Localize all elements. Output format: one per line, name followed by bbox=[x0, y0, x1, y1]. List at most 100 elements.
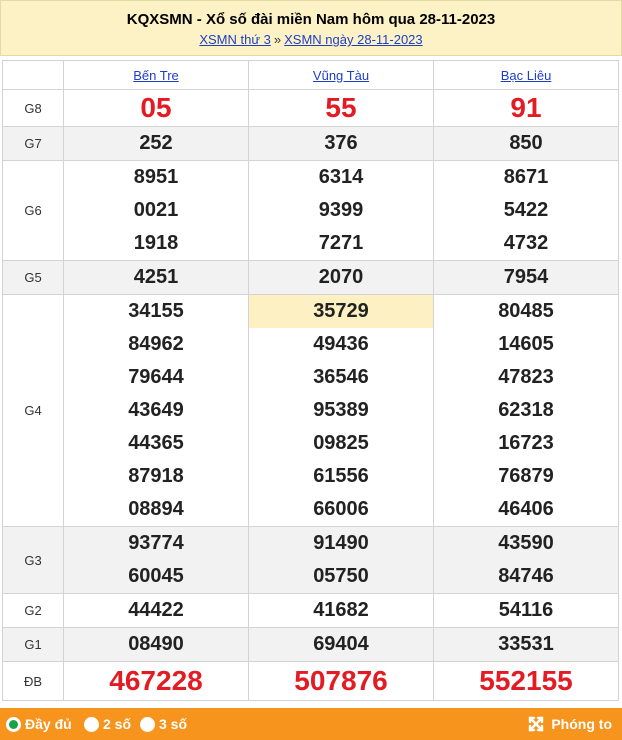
prize-number: 36546 bbox=[313, 366, 369, 388]
prize-number: 8951 bbox=[133, 166, 179, 188]
expand-icon bbox=[529, 716, 544, 732]
prize-number: 7271 bbox=[318, 232, 364, 254]
prize-row-g5: G5 4251 2070 7954 bbox=[2, 260, 619, 295]
prize-row-g2: G2 44422 41682 54116 bbox=[2, 593, 619, 628]
province-link-ben-tre[interactable]: Bến Tre bbox=[133, 68, 179, 83]
breadcrumb-date-link[interactable]: XSMN ngày 28-11-2023 bbox=[284, 32, 423, 47]
prize-number: 09825 bbox=[313, 432, 369, 454]
prize-cell: 7954 bbox=[433, 260, 619, 295]
prize-cell: 376 bbox=[248, 126, 434, 161]
zoom-label: Phóng to bbox=[551, 716, 612, 732]
prize-cell: 552155 bbox=[433, 661, 619, 701]
corner-cell bbox=[2, 60, 64, 90]
prize-number: 552155 bbox=[479, 665, 573, 696]
prize-cell: 6314 9399 7271 bbox=[248, 160, 434, 261]
prize-cell: 8951 0021 1918 bbox=[63, 160, 249, 261]
prize-number: 62318 bbox=[498, 399, 554, 421]
prize-number: 0021 bbox=[133, 199, 179, 221]
prize-number: 4732 bbox=[503, 232, 549, 254]
prize-number: 08894 bbox=[128, 498, 184, 520]
prize-number: 91490 bbox=[313, 532, 369, 554]
province-link-bac-lieu[interactable]: Bạc Liêu bbox=[501, 68, 552, 83]
prize-number: 91 bbox=[510, 92, 542, 123]
prize-cell: 44422 bbox=[63, 593, 249, 628]
prize-number: 2070 bbox=[318, 266, 364, 288]
prize-cell: 08490 bbox=[63, 627, 249, 662]
prize-cell: 2070 bbox=[248, 260, 434, 295]
prize-number: 43649 bbox=[128, 399, 184, 421]
prize-number: 6314 bbox=[318, 166, 364, 188]
prize-number: 55 bbox=[325, 92, 357, 123]
prize-number: 5422 bbox=[503, 199, 549, 221]
prize-number: 61556 bbox=[313, 465, 369, 487]
prize-cell: 05 bbox=[63, 89, 249, 127]
prize-cell: 91 bbox=[433, 89, 619, 127]
prize-number: 4251 bbox=[133, 266, 179, 288]
prize-cell: 34155 84962 79644 43649 44365 87918 08894 bbox=[63, 294, 249, 527]
prize-cell: 43590 84746 bbox=[433, 526, 619, 594]
prize-row-g4: G4 34155 84962 79644 43649 44365 87918 08894 357… bbox=[2, 294, 619, 527]
prize-number: 34155 bbox=[128, 300, 184, 322]
results-page: KQXSMN - Xổ số đài miền Nam hôm qua 28-1… bbox=[0, 0, 622, 740]
prize-number: 66006 bbox=[313, 498, 369, 520]
prize-number: 93774 bbox=[128, 532, 184, 554]
option-label: 3 số bbox=[159, 716, 188, 732]
prize-number: 79644 bbox=[128, 366, 184, 388]
prize-cell: 467228 bbox=[63, 661, 249, 701]
prize-number: 41682 bbox=[313, 599, 369, 621]
prize-number: 49436 bbox=[313, 333, 369, 355]
prize-cell: 69404 bbox=[248, 627, 434, 662]
prize-number: 54116 bbox=[498, 599, 554, 621]
prize-number: 46406 bbox=[498, 498, 554, 520]
prize-label: G2 bbox=[2, 593, 64, 628]
breadcrumb: XSMN thứ 3» XSMN ngày 28-11-2023 bbox=[1, 31, 621, 49]
prize-number: 84746 bbox=[498, 565, 554, 587]
prize-number: 08490 bbox=[128, 633, 184, 655]
prize-cell: 54116 bbox=[433, 593, 619, 628]
prize-number: 8671 bbox=[503, 166, 549, 188]
prize-number: 05 bbox=[140, 92, 172, 123]
prize-number: 252 bbox=[139, 132, 173, 154]
prize-label: G1 bbox=[2, 627, 64, 662]
prize-number: 87918 bbox=[128, 465, 184, 487]
prize-cell: 80485 14605 47823 62318 16723 76879 46406 bbox=[433, 294, 619, 527]
prize-label: G8 bbox=[2, 89, 64, 127]
prize-label: G3 bbox=[2, 526, 64, 594]
option-two-digits[interactable]: 2 số bbox=[84, 716, 131, 732]
prize-label: G5 bbox=[2, 260, 64, 295]
province-header: Vũng Tàu bbox=[248, 60, 434, 90]
prize-label: G7 bbox=[2, 126, 64, 161]
option-label: Đầy đủ bbox=[25, 716, 72, 732]
prize-number: 76879 bbox=[498, 465, 554, 487]
breadcrumb-separator: » bbox=[273, 32, 282, 47]
prize-number: 44365 bbox=[128, 432, 184, 454]
radio-icon[interactable] bbox=[140, 716, 155, 732]
prize-number: 44422 bbox=[128, 599, 184, 621]
breadcrumb-weekday-link[interactable]: XSMN thứ 3 bbox=[199, 32, 271, 47]
radio-icon[interactable] bbox=[84, 716, 99, 732]
zoom-button[interactable]: Phóng to bbox=[527, 715, 612, 733]
prize-cell: 33531 bbox=[433, 627, 619, 662]
option-three-digits[interactable]: 3 số bbox=[140, 716, 187, 732]
prize-cell: 850 bbox=[433, 126, 619, 161]
prize-row-g1: G1 08490 69404 33531 bbox=[2, 627, 619, 662]
prize-cell: 35729 49436 36546 95389 09825 61556 66006 bbox=[248, 294, 434, 527]
prize-label: G6 bbox=[2, 160, 64, 261]
radio-selected-icon[interactable] bbox=[6, 716, 21, 732]
prize-number: 05750 bbox=[313, 565, 369, 587]
prize-number: 7954 bbox=[503, 266, 549, 288]
prize-cell: 8671 5422 4732 bbox=[433, 160, 619, 261]
prize-cell: 93774 60045 bbox=[63, 526, 249, 594]
prize-label: ĐB bbox=[2, 661, 64, 701]
prize-cell: 41682 bbox=[248, 593, 434, 628]
prize-number: 69404 bbox=[313, 633, 369, 655]
province-header: Bến Tre bbox=[63, 60, 249, 90]
prize-number: 9399 bbox=[318, 199, 364, 221]
prize-number: 84962 bbox=[128, 333, 184, 355]
prize-label: G4 bbox=[2, 294, 64, 527]
prize-row-g8: G8 05 55 91 bbox=[2, 89, 619, 127]
option-full-digits[interactable]: Đầy đủ bbox=[6, 716, 72, 732]
province-link-vung-tau[interactable]: Vũng Tàu bbox=[313, 68, 369, 83]
prize-number: 35729 bbox=[249, 295, 433, 328]
prize-number: 1918 bbox=[133, 232, 179, 254]
